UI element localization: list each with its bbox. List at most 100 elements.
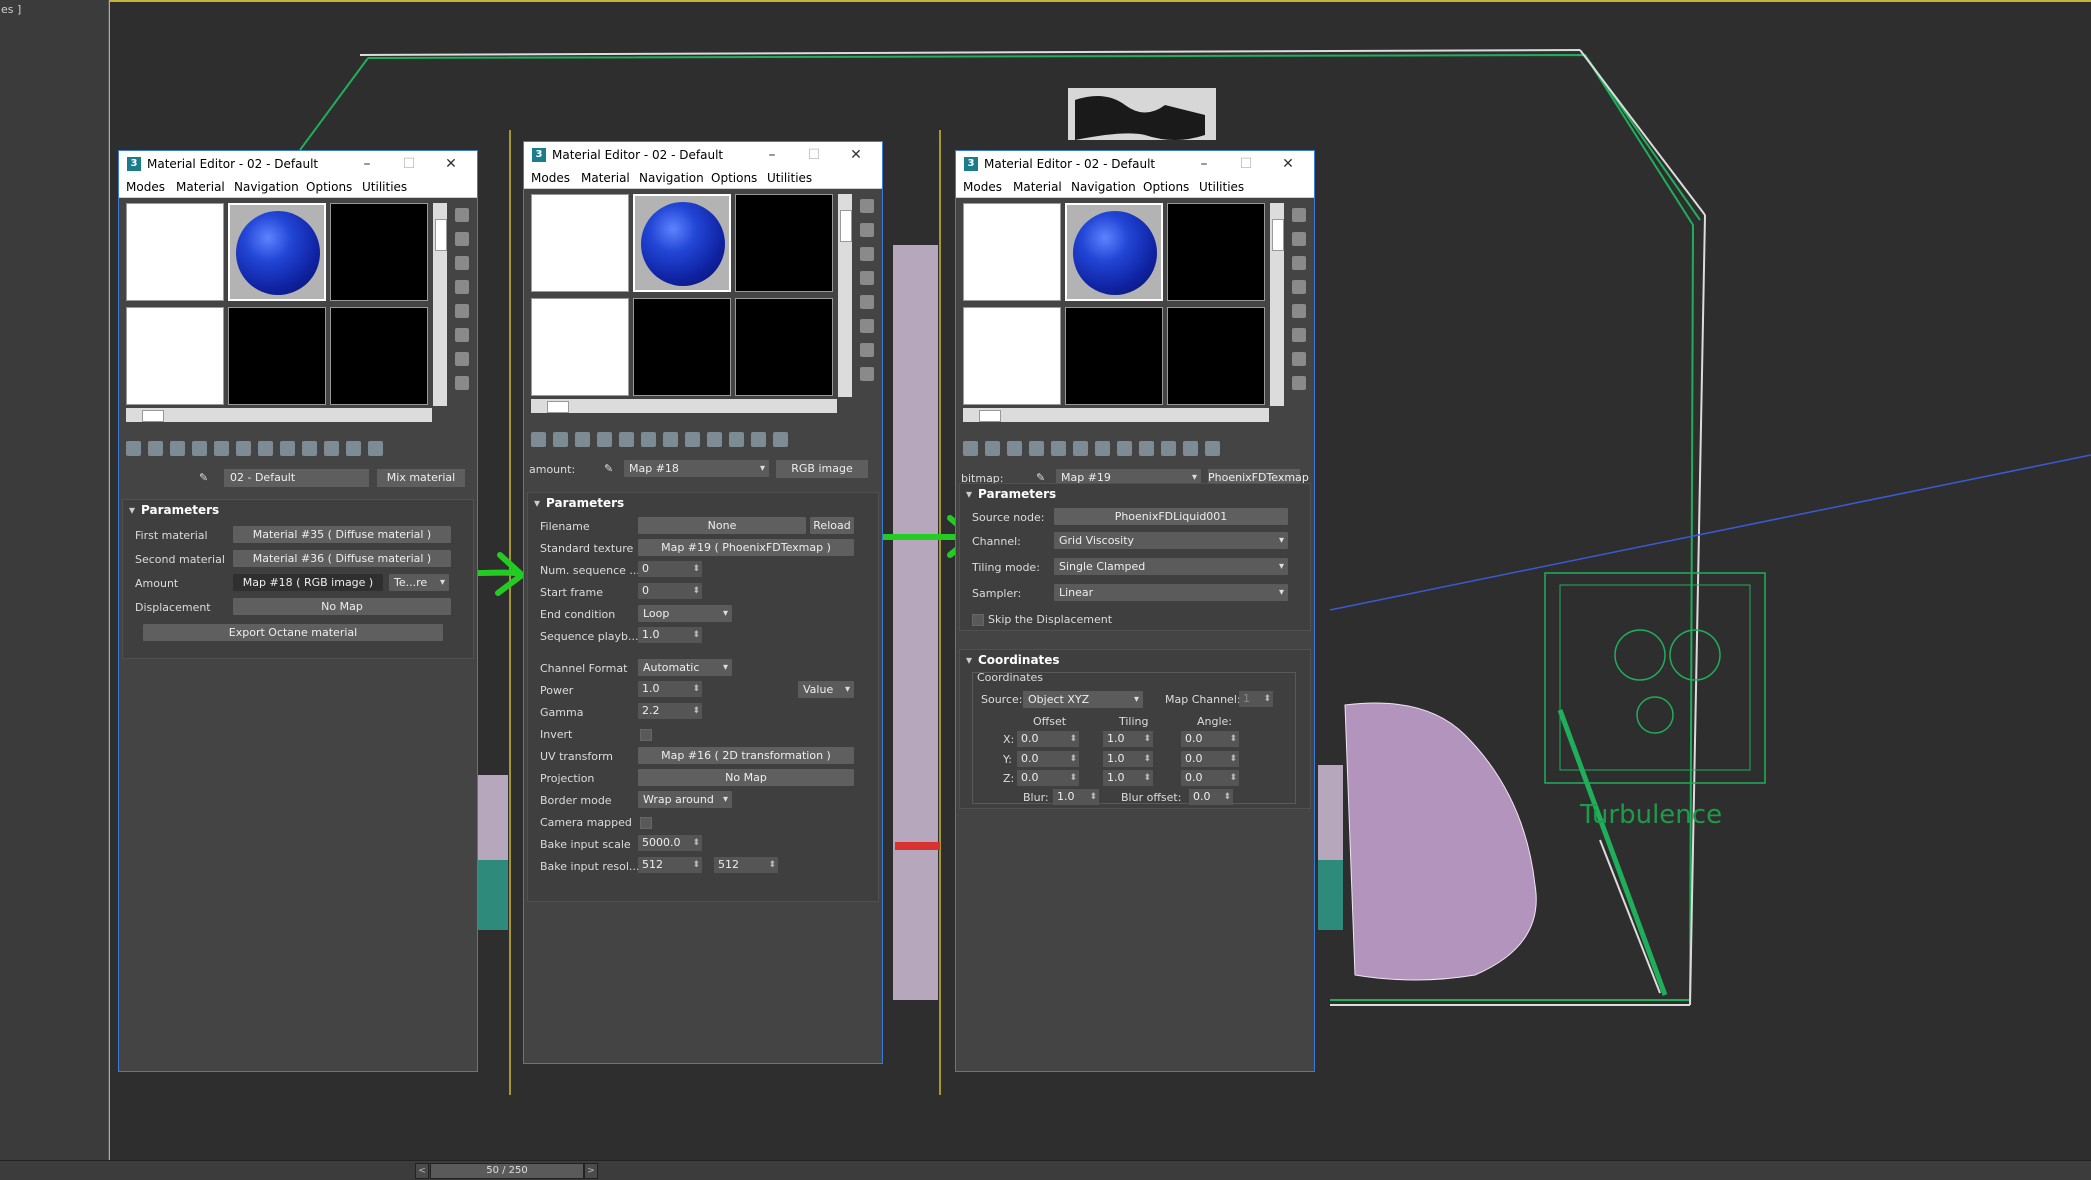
scroll-thumb[interactable]	[547, 401, 569, 413]
menu-navigation[interactable]: Navigation	[234, 180, 299, 194]
map-type-button[interactable]: RGB image	[776, 460, 868, 478]
uv-transform-button[interactable]: Map #16 ( 2D transformation )	[638, 747, 854, 764]
standard-texture-button[interactable]: Map #19 ( PhoenixFDTexmap )	[638, 539, 854, 556]
first-material-button[interactable]: Material #35 ( Diffuse material )	[233, 526, 451, 543]
go-forward-icon[interactable]	[368, 441, 383, 456]
menu-options[interactable]: Options	[306, 180, 352, 194]
menu-utilities[interactable]: Utilities	[1199, 180, 1244, 194]
make-preview-icon[interactable]	[860, 319, 874, 333]
make-preview-icon[interactable]	[1292, 328, 1306, 342]
time-next-icon[interactable]: >	[584, 1163, 598, 1179]
border-mode-dropdown[interactable]: Wrap around	[638, 791, 732, 808]
menu-material[interactable]: Material	[176, 180, 225, 194]
sample-slot[interactable]	[126, 307, 224, 405]
make-unique-icon[interactable]	[641, 432, 656, 447]
uv-tiling-icon[interactable]	[455, 280, 469, 294]
go-forward-icon[interactable]	[773, 432, 788, 447]
show-map-icon[interactable]	[1139, 441, 1154, 456]
time-prev-icon[interactable]: <	[415, 1163, 429, 1179]
assign-material-icon[interactable]	[1007, 441, 1022, 456]
eyedropper-icon[interactable]: ✎	[199, 471, 208, 484]
show-end-result-icon[interactable]	[324, 441, 339, 456]
sample-slot[interactable]	[531, 194, 629, 292]
copy-material-icon[interactable]	[1051, 441, 1066, 456]
background-icon[interactable]	[455, 256, 469, 270]
displacement-map-button[interactable]: No Map	[233, 598, 451, 615]
uv-tiling-icon[interactable]	[1292, 280, 1306, 294]
maximize-icon[interactable]: ☐	[1230, 153, 1262, 175]
bake-scale-spinner[interactable]: 5000.0	[638, 835, 702, 851]
sample-slot[interactable]	[735, 298, 833, 396]
slots-vertical-scrollbar[interactable]	[838, 194, 852, 397]
time-slider[interactable]: 50 / 250	[430, 1163, 584, 1179]
menu-navigation[interactable]: Navigation	[639, 171, 704, 185]
angle-z-spinner[interactable]: 0.0	[1181, 770, 1239, 786]
parameters-header[interactable]: Parameters	[123, 500, 473, 520]
put-to-library-icon[interactable]	[663, 432, 678, 447]
scroll-thumb[interactable]	[979, 410, 1001, 422]
sample-slot[interactable]	[1167, 307, 1265, 405]
select-by-material-icon[interactable]	[1292, 376, 1306, 390]
num-sequence-spinner[interactable]: 0	[638, 561, 702, 577]
sample-slot[interactable]	[633, 298, 731, 396]
sample-slot[interactable]	[330, 203, 428, 301]
go-to-parent-icon[interactable]	[346, 441, 361, 456]
sample-slot[interactable]	[330, 307, 428, 405]
angle-x-spinner[interactable]: 0.0	[1181, 731, 1239, 747]
menu-material[interactable]: Material	[581, 171, 630, 185]
slots-horizontal-scrollbar[interactable]	[126, 408, 432, 422]
material-id-icon[interactable]	[1117, 441, 1132, 456]
sample-type-icon[interactable]	[1292, 208, 1306, 222]
make-unique-icon[interactable]	[236, 441, 251, 456]
coordinates-header[interactable]: Coordinates	[960, 650, 1310, 670]
sample-slot[interactable]	[735, 194, 833, 292]
uv-tiling-icon[interactable]	[860, 271, 874, 285]
backlight-icon[interactable]	[860, 223, 874, 237]
source-node-button[interactable]: PhoenixFDLiquid001	[1054, 508, 1288, 525]
assign-material-icon[interactable]	[170, 441, 185, 456]
go-forward-icon[interactable]	[1205, 441, 1220, 456]
menu-material[interactable]: Material	[1013, 180, 1062, 194]
camera-mapped-checkbox[interactable]	[640, 817, 652, 829]
gamma-spinner[interactable]: 2.2	[638, 703, 702, 719]
video-check-icon[interactable]	[455, 304, 469, 318]
filename-button[interactable]: None	[638, 517, 806, 534]
menu-modes[interactable]: Modes	[963, 180, 1002, 194]
maximize-icon[interactable]: ☐	[393, 153, 425, 175]
material-id-icon[interactable]	[280, 441, 295, 456]
scroll-thumb[interactable]	[142, 410, 164, 422]
offset-x-spinner[interactable]: 0.0	[1017, 731, 1079, 747]
sample-slot[interactable]	[1167, 203, 1265, 301]
put-to-scene-icon[interactable]	[148, 441, 163, 456]
make-unique-icon[interactable]	[1073, 441, 1088, 456]
sampler-dropdown[interactable]: Linear	[1054, 584, 1288, 601]
put-to-scene-icon[interactable]	[553, 432, 568, 447]
minimize-icon[interactable]: –	[756, 144, 788, 166]
sample-slot[interactable]	[228, 307, 326, 405]
material-name-field[interactable]: 02 - Default	[224, 469, 369, 487]
tiling-x-spinner[interactable]: 1.0	[1103, 731, 1153, 747]
invert-checkbox[interactable]	[640, 729, 652, 741]
backlight-icon[interactable]	[1292, 232, 1306, 246]
title-bar[interactable]: 3 Material Editor - 02 - Default – ☐ ✕	[119, 151, 477, 177]
close-icon[interactable]: ✕	[435, 153, 467, 175]
scroll-thumb[interactable]	[1272, 219, 1284, 251]
put-to-library-icon[interactable]	[1095, 441, 1110, 456]
sample-slot-active[interactable]	[1065, 203, 1163, 301]
source-dropdown[interactable]: Object XYZ	[1023, 691, 1143, 708]
menu-navigation[interactable]: Navigation	[1071, 180, 1136, 194]
material-id-icon[interactable]	[685, 432, 700, 447]
offset-y-spinner[interactable]: 0.0	[1017, 751, 1079, 767]
go-to-parent-icon[interactable]	[751, 432, 766, 447]
tiling-z-spinner[interactable]: 1.0	[1103, 770, 1153, 786]
assign-material-icon[interactable]	[575, 432, 590, 447]
sample-slot[interactable]	[1065, 307, 1163, 405]
minimize-icon[interactable]: –	[351, 153, 383, 175]
make-preview-icon[interactable]	[455, 328, 469, 342]
map-channel-spinner[interactable]: 1	[1239, 691, 1273, 707]
video-check-icon[interactable]	[860, 295, 874, 309]
background-icon[interactable]	[1292, 256, 1306, 270]
end-condition-dropdown[interactable]: Loop	[638, 605, 732, 622]
channel-dropdown[interactable]: Grid Viscosity	[1054, 532, 1288, 549]
sample-slot[interactable]	[126, 203, 224, 301]
